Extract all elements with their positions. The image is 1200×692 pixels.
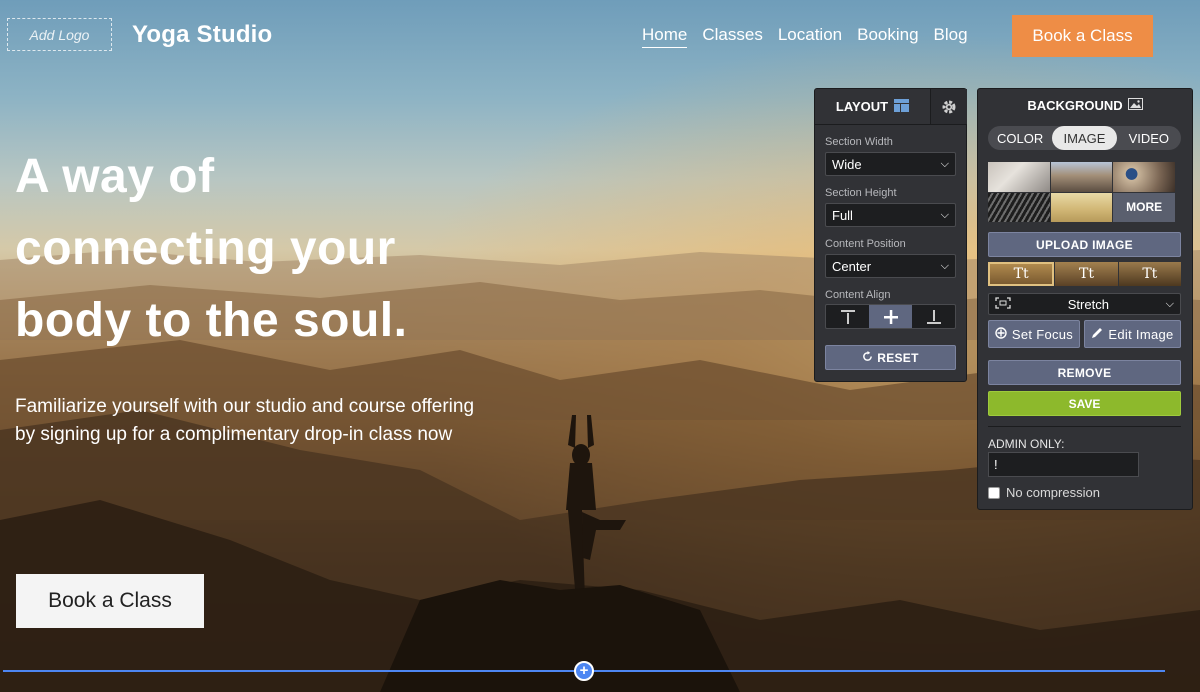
section-width-select[interactable]: Wide ⌵: [825, 152, 956, 176]
admin-only-input[interactable]: !: [988, 452, 1139, 477]
nav-classes[interactable]: Classes: [702, 25, 762, 48]
image-thumbnail-grid: MORE: [988, 162, 1175, 222]
edit-image-label: Edit Image: [1108, 326, 1174, 342]
section-width-label: Section Width: [825, 136, 893, 148]
tab-color[interactable]: COLOR: [988, 126, 1052, 150]
pencil-icon: [1091, 327, 1103, 342]
chevron-down-icon: ⌵: [940, 208, 949, 221]
align-bottom-icon[interactable]: [912, 305, 955, 328]
gear-icon[interactable]: [930, 89, 967, 125]
no-compression-checkbox[interactable]: [988, 486, 1000, 499]
focus-icon: [995, 326, 1007, 342]
text-style-option[interactable]: Tt: [988, 262, 1055, 286]
site-brand[interactable]: Yoga Studio: [132, 21, 272, 49]
layout-panel: LAYOUT Section Width Wide ⌵ Section Heig…: [814, 88, 967, 382]
headline-line: body to the soul.: [15, 294, 408, 347]
nav-blog[interactable]: Blog: [934, 25, 968, 48]
hero-subhead: Familiarize yourself with our studio and…: [15, 396, 475, 445]
save-button[interactable]: SAVE: [988, 391, 1181, 416]
add-section-icon[interactable]: +: [574, 661, 594, 681]
image-icon: [1127, 98, 1143, 113]
fit-icon: [995, 296, 1011, 312]
background-type-tabs: COLOR IMAGE VIDEO: [988, 126, 1181, 150]
headline-line: A way of: [15, 150, 215, 203]
add-logo-placeholder[interactable]: Add Logo: [7, 18, 112, 51]
background-panel: BACKGROUND COLOR IMAGE VIDEO MORE UPLOAD…: [977, 88, 1193, 510]
headline-line: connecting your: [15, 222, 396, 275]
edit-image-button[interactable]: Edit Image: [1084, 320, 1181, 348]
content-position-select[interactable]: Center ⌵: [825, 254, 956, 278]
section-width-value: Wide: [832, 156, 862, 172]
image-thumbnail[interactable]: [1050, 162, 1113, 192]
content-position-value: Center: [832, 258, 872, 274]
align-center-icon[interactable]: [869, 305, 912, 328]
image-thumbnail[interactable]: [1050, 192, 1113, 222]
more-images-button[interactable]: MORE: [1113, 192, 1175, 222]
section-height-select[interactable]: Full ⌵: [825, 203, 956, 227]
nav-book-class-button[interactable]: Book a Class: [1012, 15, 1153, 57]
layout-panel-header[interactable]: LAYOUT: [815, 89, 930, 125]
hero-headline: A way of connecting your body to the sou…: [15, 141, 535, 357]
remove-image-button[interactable]: REMOVE: [988, 360, 1181, 385]
tab-video[interactable]: VIDEO: [1117, 126, 1181, 150]
text-style-option[interactable]: Tt: [1055, 262, 1118, 286]
image-fit-value: Stretch: [1067, 296, 1109, 312]
nav-booking[interactable]: Booking: [857, 25, 918, 48]
reset-label: RESET: [877, 350, 919, 365]
chevron-down-icon: ⌵: [940, 259, 949, 272]
nav-location[interactable]: Location: [778, 25, 842, 48]
panel-separator: [988, 426, 1181, 427]
text-style-options: Tt Tt Tt: [988, 262, 1181, 286]
reset-button[interactable]: RESET: [825, 345, 956, 370]
layout-panel-title: LAYOUT: [835, 99, 889, 114]
background-panel-title: BACKGROUND: [1027, 98, 1123, 113]
tab-image[interactable]: IMAGE: [1052, 126, 1117, 150]
content-align-label: Content Align: [825, 289, 891, 301]
align-top-icon[interactable]: [826, 305, 869, 328]
upload-image-button[interactable]: UPLOAD IMAGE: [988, 232, 1181, 257]
set-focus-button[interactable]: Set Focus: [988, 320, 1080, 348]
image-thumbnail[interactable]: [988, 192, 1050, 222]
reset-icon: [862, 350, 873, 365]
image-fit-select[interactable]: Stretch ⌵: [988, 293, 1181, 315]
nav-home[interactable]: Home: [642, 25, 688, 48]
main-nav: Home Classes Location Booking Blog: [642, 25, 968, 48]
section-height-label: Section Height: [825, 187, 897, 199]
background-panel-header: BACKGROUND: [978, 98, 1192, 113]
section-height-value: Full: [832, 207, 853, 223]
text-style-option[interactable]: Tt: [1118, 262, 1181, 286]
layout-icon: [894, 98, 910, 115]
no-compression-option[interactable]: No compression: [988, 485, 1100, 500]
set-focus-label: Set Focus: [1011, 326, 1074, 342]
image-thumbnail[interactable]: [988, 162, 1050, 192]
no-compression-label: No compression: [1006, 485, 1100, 500]
chevron-down-icon: ⌵: [1165, 297, 1174, 310]
content-align-group: [825, 304, 956, 329]
content-position-label: Content Position: [825, 238, 906, 250]
chevron-down-icon: ⌵: [940, 157, 949, 170]
hero-book-class-button[interactable]: Book a Class: [16, 574, 204, 628]
admin-only-label: ADMIN ONLY:: [988, 437, 1065, 451]
image-thumbnail[interactable]: [1113, 162, 1175, 192]
